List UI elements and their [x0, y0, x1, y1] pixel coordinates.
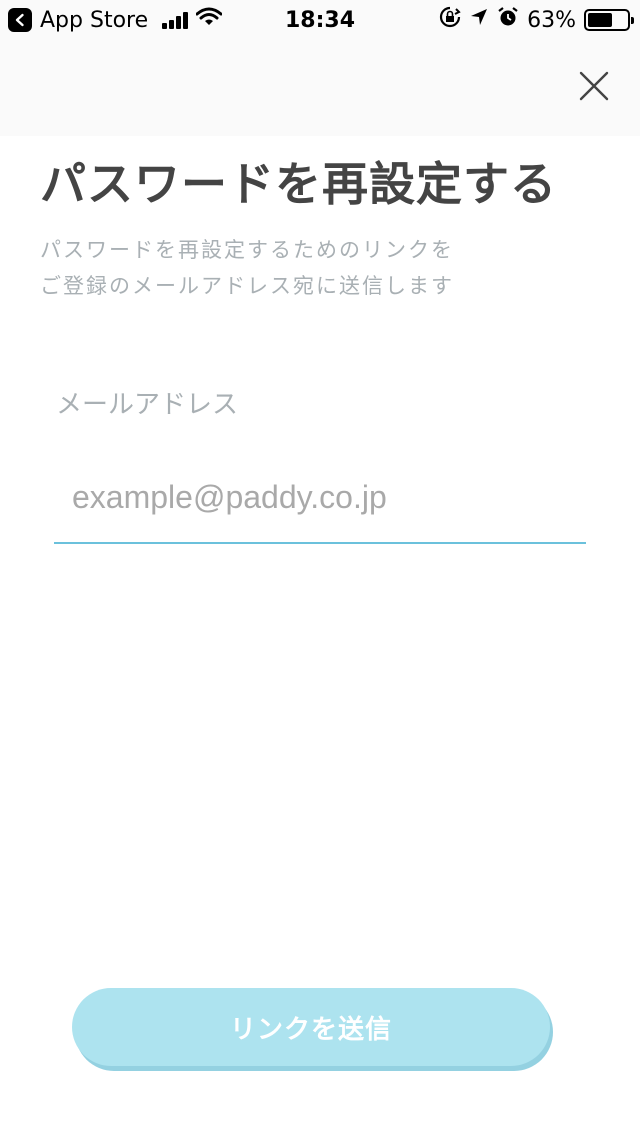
password-reset-screen: App Store 18:34 63% パスワードを再設定する パスワードを再設…: [0, 0, 640, 1136]
email-label: メールアドレス: [56, 390, 239, 420]
description-line-1: パスワードを再設定するためのリンクを: [40, 238, 454, 262]
battery-icon: [584, 9, 634, 31]
close-button[interactable]: [572, 64, 616, 108]
wifi-icon: [195, 7, 223, 33]
status-bar-right: 63%: [439, 6, 634, 34]
battery-percent: 63%: [527, 7, 576, 33]
signal-icon: [162, 11, 189, 29]
status-bar: App Store 18:34 63%: [0, 0, 640, 40]
orientation-lock-icon: [439, 6, 461, 34]
back-chevron-icon[interactable]: [8, 8, 32, 32]
back-app-label[interactable]: App Store: [40, 8, 148, 33]
close-icon: [579, 71, 609, 101]
nav-header: [0, 40, 640, 136]
status-bar-left: App Store: [8, 7, 223, 33]
email-input[interactable]: [54, 452, 586, 544]
page-title: パスワードを再設定する: [40, 157, 557, 211]
description-line-2: ご登録のメールアドレス宛に送信します: [40, 274, 454, 298]
battery-fill: [588, 13, 612, 27]
send-link-button[interactable]: リンクを送信: [72, 988, 550, 1066]
alarm-icon: [497, 6, 519, 34]
location-icon: [469, 7, 489, 33]
page-description: パスワードを再設定するためのリンクを ご登録のメールアドレス宛に送信します: [40, 232, 600, 304]
